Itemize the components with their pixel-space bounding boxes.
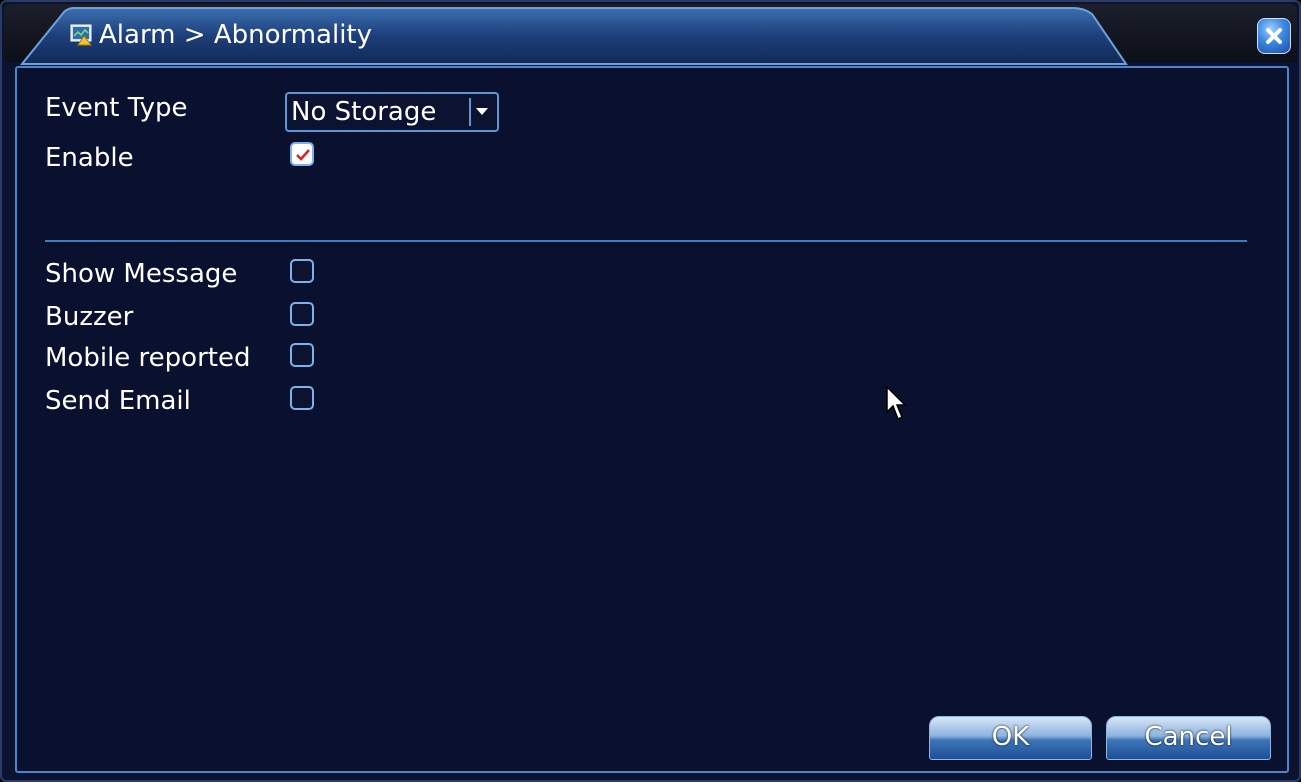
section-divider xyxy=(45,240,1247,242)
title-bar: Alarm > Abnormality xyxy=(4,4,1297,65)
content-panel xyxy=(15,66,1289,773)
event-type-select[interactable]: No Storage xyxy=(285,92,499,132)
enable-label: Enable xyxy=(45,143,134,173)
event-type-value: No Storage xyxy=(291,97,437,127)
event-type-label: Event Type xyxy=(45,93,188,123)
monitor-icon xyxy=(70,24,94,46)
send-email-label: Send Email xyxy=(45,386,191,416)
mobile-reported-checkbox[interactable] xyxy=(290,343,314,367)
show-message-label: Show Message xyxy=(45,259,238,289)
chevron-down-icon xyxy=(476,108,488,115)
checkmark-icon xyxy=(296,149,310,161)
cancel-button[interactable]: Cancel xyxy=(1106,716,1271,760)
close-icon xyxy=(1266,28,1282,44)
mouse-pointer-icon xyxy=(886,386,907,421)
send-email-checkbox[interactable] xyxy=(290,386,314,410)
buzzer-label: Buzzer xyxy=(45,302,134,332)
enable-checkbox[interactable] xyxy=(290,142,314,166)
buzzer-checkbox[interactable] xyxy=(290,302,314,326)
close-button[interactable] xyxy=(1257,18,1291,54)
mobile-reported-label: Mobile reported xyxy=(45,343,251,373)
dropdown-arrow[interactable] xyxy=(469,98,493,126)
abnormality-dialog: Alarm > Abnormality Event Type No Storag… xyxy=(0,0,1301,782)
window-title: Alarm > Abnormality xyxy=(99,20,373,50)
ok-button[interactable]: OK xyxy=(929,716,1092,760)
show-message-checkbox[interactable] xyxy=(290,259,314,283)
